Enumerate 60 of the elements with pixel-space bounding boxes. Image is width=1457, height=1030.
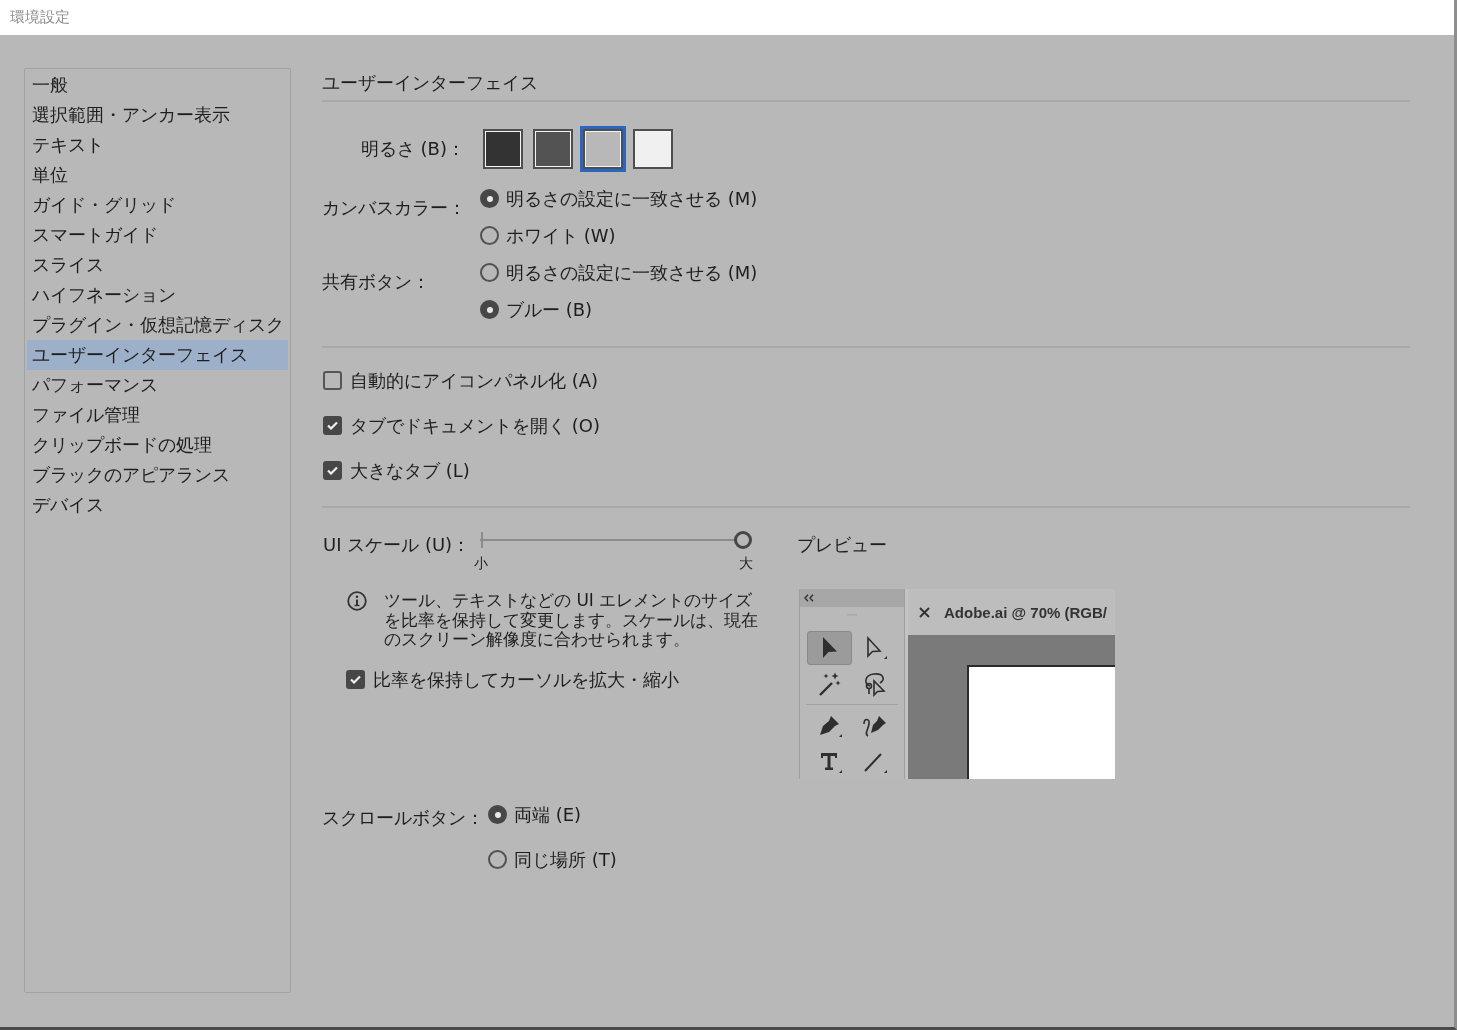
checkbox-label: タブでドキュメントを開く (O) xyxy=(350,414,600,437)
radio-button[interactable] xyxy=(488,805,507,824)
sidebar-item[interactable]: デバイス xyxy=(27,490,288,520)
radio-label: 両端 (E) xyxy=(514,803,582,826)
checkbox-label: 自動的にアイコンパネル化 (A) xyxy=(350,369,599,392)
section-title: ユーザーインターフェイス xyxy=(322,72,538,94)
sidebar-item[interactable]: ハイフネーション xyxy=(27,280,288,310)
brightness-swatch[interactable] xyxy=(633,129,673,169)
info-text: ツール、テキストなどの UI エレメントのサイズを比率を保持して変更します。スケールは、現在のスクリーン解像度に合わせられます。 xyxy=(384,591,759,650)
checkmark-icon xyxy=(350,675,361,684)
info-icon xyxy=(347,591,367,611)
brightness-swatch[interactable] xyxy=(483,129,523,169)
sidebar-item[interactable]: ブラックのアピアランス xyxy=(27,460,288,490)
checkbox-label: 比率を保持してカーソルを拡大・縮小 xyxy=(373,668,679,691)
slider-max-label: 大 xyxy=(739,555,753,571)
document-tab[interactable]: Adobe.ai @ 70% (RGB/ xyxy=(908,589,1115,635)
checkbox[interactable] xyxy=(346,670,365,689)
checkmark-icon xyxy=(327,466,338,475)
radio-label: ホワイト (W) xyxy=(506,224,616,247)
slider-thumb[interactable] xyxy=(734,531,752,549)
group-label: スクロールボタン： xyxy=(322,807,484,829)
close-icon[interactable] xyxy=(919,606,930,618)
brightness-swatch[interactable] xyxy=(533,129,573,169)
checkbox[interactable] xyxy=(323,371,342,390)
checkbox[interactable] xyxy=(323,416,342,435)
checkbox[interactable] xyxy=(323,461,342,480)
window-title: 環境設定 xyxy=(10,8,70,27)
sidebar-item[interactable]: ガイド・グリッド xyxy=(27,190,288,220)
radio-label: 明るさの設定に一致させる (M) xyxy=(506,187,758,210)
preview-label: プレビュー xyxy=(797,534,887,556)
radio-label: ブルー (B) xyxy=(506,298,593,321)
radio-button[interactable] xyxy=(480,226,499,245)
group-label: 共有ボタン： xyxy=(322,271,430,293)
brightness-swatch[interactable] xyxy=(580,126,626,172)
radio-button[interactable] xyxy=(488,850,507,869)
sidebar-item[interactable]: クリップボードの処理 xyxy=(27,430,288,460)
sidebar-item[interactable]: パフォーマンス xyxy=(27,370,288,400)
ui-scale-label: UI スケール (U)： xyxy=(322,534,472,556)
sidebar-item[interactable]: 単位 xyxy=(27,160,288,190)
brightness-label: 明るさ (B)： xyxy=(359,138,466,160)
double-chevron-icon[interactable] xyxy=(804,594,814,602)
checkmark-icon xyxy=(327,421,338,430)
sidebar-item[interactable]: スライス xyxy=(27,250,288,280)
radio-label: 同じ場所 (T) xyxy=(514,848,617,871)
radio-button[interactable] xyxy=(480,189,499,208)
tool-button[interactable] xyxy=(807,630,852,665)
curved-pen-icon xyxy=(861,713,888,739)
sidebar-item[interactable]: ユーザーインターフェイス xyxy=(27,340,288,370)
sidebar-item[interactable]: 選択範囲・アンカー表示 xyxy=(27,100,288,130)
sidebar-item[interactable]: テキスト xyxy=(27,130,288,160)
sidebar-item[interactable]: 一般 xyxy=(27,70,288,100)
slider-min-label: 小 xyxy=(474,555,488,571)
radio-label: 明るさの設定に一致させる (M) xyxy=(506,261,758,284)
radio-button[interactable] xyxy=(480,263,499,282)
group-label: カンバスカラー： xyxy=(322,197,466,219)
radio-button[interactable] xyxy=(480,300,499,319)
checkbox-label: 大きなタブ (L) xyxy=(350,459,470,482)
sidebar-item[interactable]: プラグイン・仮想記憶ディスク xyxy=(27,310,288,340)
sidebar-item[interactable]: スマートガイド xyxy=(27,220,288,250)
sidebar-item[interactable]: ファイル管理 xyxy=(27,400,288,430)
